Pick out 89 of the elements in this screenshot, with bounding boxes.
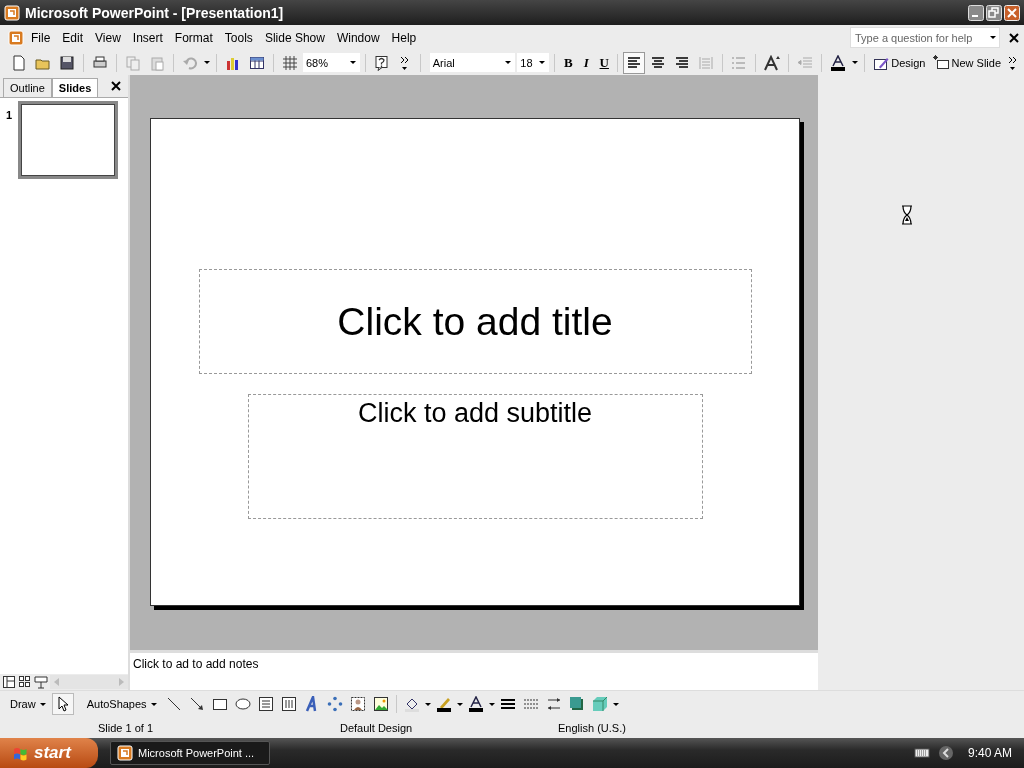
clip-art-icon[interactable] [349, 696, 366, 712]
text-box-icon[interactable] [257, 696, 274, 712]
menu-item[interactable]: Edit [57, 28, 89, 47]
slide-number: 1 [6, 108, 13, 121]
dropdown-caret-icon[interactable] [538, 60, 547, 65]
status-text: English (U.S.) [558, 721, 626, 734]
slide-icon [933, 54, 950, 71]
caret-icon[interactable] [423, 701, 432, 707]
caret-icon [38, 701, 47, 707]
grid-icon[interactable] [282, 54, 298, 71]
windows-logo-icon [12, 745, 28, 761]
dash-style-icon[interactable] [522, 696, 539, 712]
increase-font-icon[interactable] [764, 54, 781, 71]
align-left-button[interactable] [626, 54, 643, 71]
caret-icon[interactable] [203, 60, 211, 65]
dropdown-caret-icon[interactable] [989, 35, 997, 40]
menu-item[interactable]: Format [169, 28, 218, 47]
italic-button[interactable]: I [578, 52, 595, 73]
rectangle-icon[interactable] [211, 696, 228, 712]
minimize-button[interactable] [968, 4, 984, 21]
caret-icon[interactable] [455, 701, 464, 707]
zoom-dropdown[interactable]: 68% [303, 53, 360, 72]
table-icon[interactable] [249, 54, 265, 71]
menu-item[interactable]: Insert [127, 28, 168, 47]
pane-tab[interactable]: Outline [3, 78, 52, 97]
font-color-icon[interactable] [467, 696, 484, 712]
menu-item[interactable]: Help [386, 28, 422, 47]
close-button[interactable] [1004, 4, 1020, 21]
status-text: Default Design [340, 721, 414, 734]
dropdown-caret-icon[interactable] [504, 60, 513, 65]
arrow-icon[interactable] [188, 696, 205, 712]
caret-icon[interactable] [611, 701, 620, 707]
app-icon [4, 4, 20, 21]
close-icon[interactable] [1008, 31, 1020, 44]
slide-thumbnail[interactable] [18, 101, 119, 179]
underline-button[interactable]: U [596, 52, 613, 73]
taskbar-button[interactable]: Microsoft PowerPoint ... [110, 741, 270, 765]
start-button[interactable]: start [0, 738, 98, 768]
title-placeholder[interactable]: Click to add title [198, 269, 752, 374]
bold-button[interactable]: B [560, 52, 577, 73]
design-button[interactable]: Design [870, 52, 929, 73]
menu-item[interactable]: View [90, 28, 126, 47]
window-title: Microsoft PowerPoint - [Presentation1] [25, 4, 285, 21]
menu-item[interactable]: Tools [219, 28, 258, 47]
printer-icon[interactable] [92, 54, 108, 71]
document-icon[interactable] [8, 29, 24, 46]
menu-item[interactable]: Slide Show [259, 28, 330, 47]
caret-icon[interactable] [487, 701, 496, 707]
save-icon[interactable] [59, 54, 75, 71]
dropdown-caret-icon[interactable] [348, 60, 357, 65]
help-search-field[interactable]: Type a question for help [850, 27, 1000, 48]
autoshapes-menu-button[interactable]: AutoShapes [82, 696, 162, 712]
align-right-button[interactable] [674, 54, 691, 71]
menu-item[interactable]: File [26, 28, 56, 47]
font-size-dropdown[interactable]: 18 [517, 53, 550, 72]
new-document-icon[interactable] [11, 54, 27, 71]
picture-icon[interactable] [372, 696, 389, 712]
slide-show-icon[interactable] [34, 675, 48, 689]
close-icon[interactable] [110, 80, 122, 92]
caret-icon[interactable] [851, 60, 860, 65]
oval-icon[interactable] [234, 696, 251, 712]
caret-icon [149, 701, 158, 707]
shadow-icon[interactable] [568, 696, 585, 712]
expand-tray-icon[interactable] [937, 745, 954, 761]
app-icon [117, 745, 133, 761]
clock: 9:40 AM [967, 746, 1012, 760]
hourglass-cursor-icon [900, 205, 914, 225]
slide-sorter-icon[interactable] [18, 675, 32, 689]
draw-menu-button[interactable]: Draw [6, 696, 51, 712]
pane-tab[interactable]: Slides [51, 78, 99, 97]
font-color-icon[interactable] [830, 54, 847, 71]
line-color-icon[interactable] [435, 696, 452, 712]
subtitle-placeholder[interactable]: Click to add subtitle [247, 394, 703, 519]
diagram-icon[interactable] [326, 696, 343, 712]
arrow-style-icon[interactable] [545, 696, 562, 712]
align-center-button[interactable] [650, 54, 667, 71]
help-icon[interactable] [373, 54, 390, 71]
line-style-icon[interactable] [499, 696, 516, 712]
restore-button[interactable] [986, 4, 1002, 21]
notes-field[interactable]: Click to ad to add notes [130, 650, 818, 690]
menu-item[interactable]: Window [331, 28, 385, 47]
normal-view-icon[interactable] [2, 675, 16, 689]
new-slide-button[interactable]: New Slide [930, 52, 1004, 73]
status-text: Slide 1 of 1 [98, 721, 155, 734]
vertical-text-box-icon[interactable] [280, 696, 297, 712]
line-icon[interactable] [165, 696, 182, 712]
font-dropdown[interactable]: Arial [429, 53, 516, 72]
fill-color-icon[interactable] [403, 696, 420, 712]
keyboard-icon[interactable] [913, 745, 930, 761]
